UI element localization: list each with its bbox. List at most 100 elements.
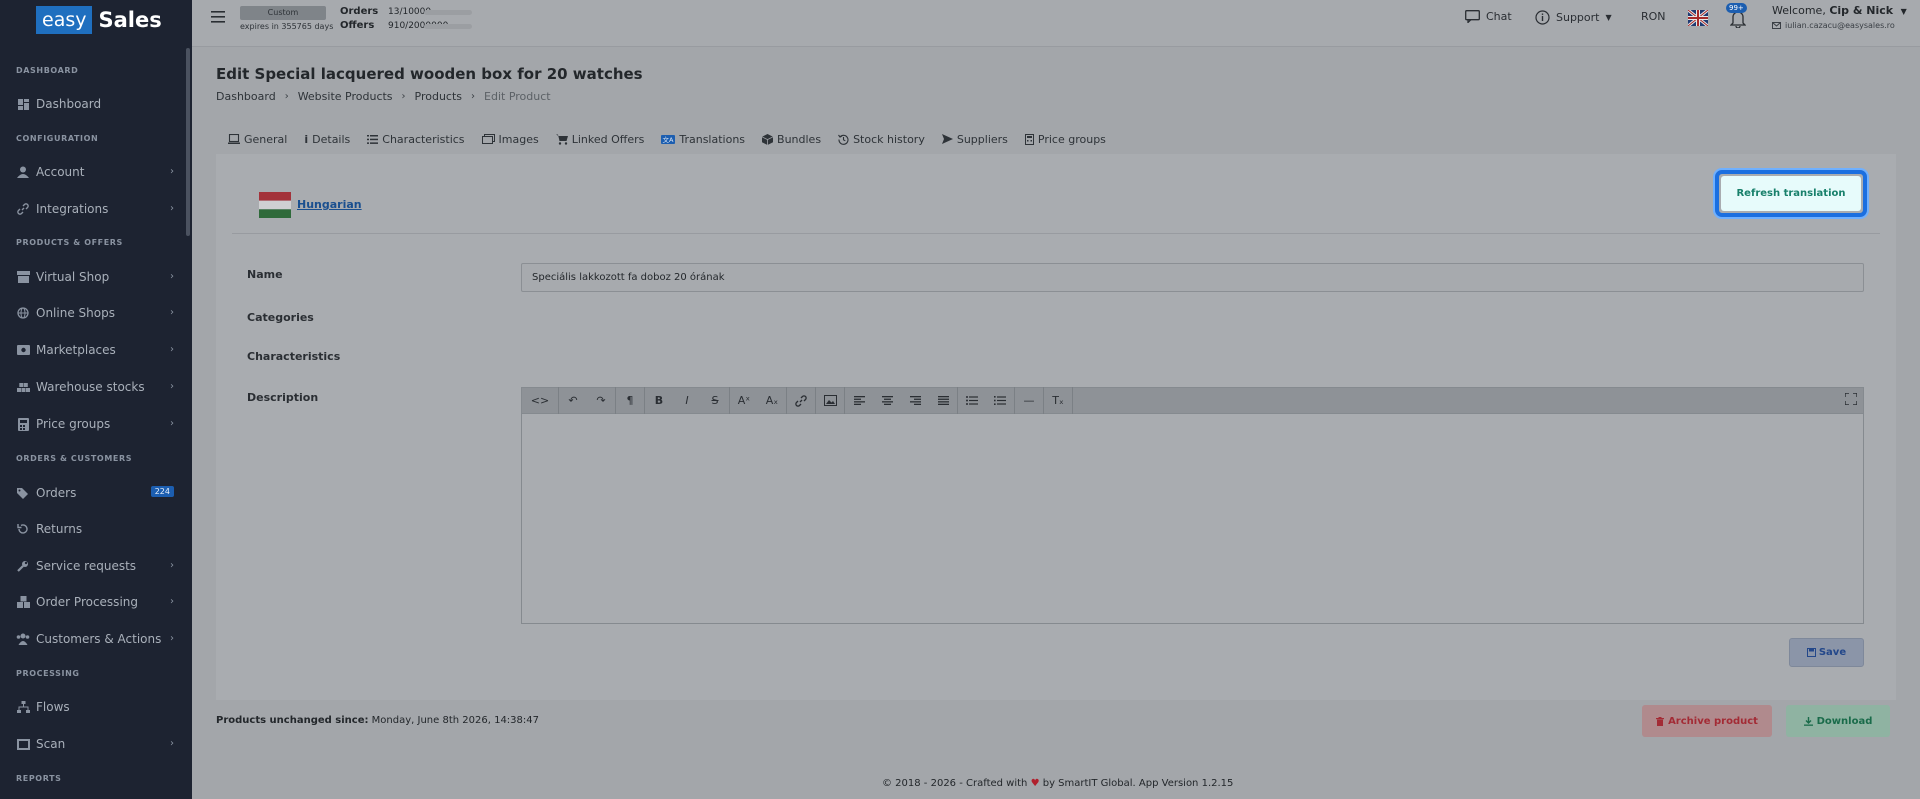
tab-images[interactable]: Images — [481, 133, 539, 146]
chevron-right-icon: › — [170, 560, 174, 571]
page-title: Edit Special lacquered wooden box for 20… — [216, 65, 643, 83]
warehouse-icon — [16, 380, 30, 394]
last-changed-info: Products unchanged since: Monday, June 8… — [216, 715, 539, 726]
clear-formatting-icon[interactable]: Tₓ — [1044, 387, 1072, 414]
tab-linked-offers[interactable]: Linked Offers — [555, 133, 644, 146]
sidebar-item-label: Order Processing — [36, 595, 138, 609]
chevron-right-icon: › — [401, 91, 406, 102]
bold-icon[interactable]: B — [645, 387, 673, 414]
superscript-icon[interactable]: Aˣ — [730, 387, 758, 414]
tab-characteristics[interactable]: Characteristics — [367, 133, 465, 146]
undo-icon[interactable]: ↶ — [559, 387, 587, 414]
italic-icon[interactable]: I — [673, 387, 701, 414]
sidebar-item-label: Virtual Shop — [36, 270, 110, 284]
history-icon — [838, 134, 849, 145]
code-view-icon[interactable]: <> — [522, 387, 558, 414]
user-menu[interactable]: Welcome, Cip & Nick ▼ — [1772, 4, 1907, 17]
section-processing: PROCESSING — [16, 669, 80, 678]
menu-toggle-icon[interactable] — [210, 10, 226, 26]
name-input[interactable]: Speciális lakkozott fa doboz 20 órának — [521, 263, 1864, 292]
tab-details[interactable]: i Details — [304, 133, 350, 146]
sidebar-item-account[interactable]: Account › — [16, 162, 174, 182]
align-justify-icon[interactable] — [929, 387, 957, 414]
sidebar-item-returns[interactable]: Returns — [16, 519, 174, 539]
categories-label: Categories — [247, 311, 314, 324]
sidebar-scrollbar[interactable] — [186, 48, 190, 236]
notifications-badge: 99+ — [1726, 3, 1747, 13]
sidebar-item-dashboard[interactable]: Dashboard — [16, 94, 174, 114]
align-left-icon[interactable] — [845, 387, 873, 414]
sidebar-item-online-shops[interactable]: Online Shops › — [16, 303, 174, 323]
wrench-icon — [16, 559, 30, 573]
save-label: Save — [1818, 647, 1847, 658]
tab-translations[interactable]: 文A Translations — [661, 133, 745, 146]
archive-label: Archive product — [1668, 715, 1758, 727]
cart-icon — [555, 134, 568, 145]
currency-selector[interactable]: RON — [1641, 10, 1666, 23]
refresh-translation-button[interactable]: Refresh translation — [1721, 176, 1861, 211]
sidebar-item-marketplaces[interactable]: Marketplaces › — [16, 340, 174, 360]
user-icon — [16, 165, 30, 179]
support-label: Support — [1556, 11, 1600, 24]
download-icon — [1803, 716, 1813, 726]
redo-icon[interactable]: ↷ — [587, 387, 615, 414]
sidebar-item-virtual-shop[interactable]: Virtual Shop › — [16, 267, 174, 287]
app-logo[interactable]: easy Sales — [36, 6, 162, 34]
download-button[interactable]: Download — [1786, 705, 1890, 737]
plan-badge[interactable]: Custom — [240, 6, 326, 20]
name-label: Name — [247, 268, 283, 281]
sidebar-item-service-requests[interactable]: Service requests › — [16, 556, 174, 576]
sidebar-item-orders[interactable]: Orders 224 — [16, 483, 174, 503]
tab-stock-history[interactable]: Stock history — [838, 133, 925, 146]
calculator-icon — [16, 417, 30, 431]
sidebar-item-flows[interactable]: Flows — [16, 697, 174, 717]
save-button[interactable]: Save — [1789, 638, 1864, 667]
subscript-icon[interactable]: Aₓ — [758, 387, 786, 414]
insert-image-icon[interactable] — [816, 387, 844, 414]
numbered-list-icon[interactable] — [986, 387, 1014, 414]
tab-price-groups[interactable]: Price groups — [1024, 133, 1106, 146]
breadcrumb-dashboard[interactable]: Dashboard — [216, 90, 276, 103]
support-dropdown[interactable]: Support ▼ — [1535, 10, 1612, 25]
sidebar-item-label: Returns — [36, 522, 83, 536]
footer-suffix: by SmartIT Global. App Version 1.2.15 — [1039, 778, 1234, 789]
breadcrumb-products[interactable]: Products — [415, 90, 463, 103]
description-editor[interactable] — [521, 414, 1864, 624]
product-tabs: General i Details Characteristics Images… — [216, 130, 1123, 148]
tab-general[interactable]: General — [216, 133, 287, 146]
sidebar-item-order-processing[interactable]: Order Processing › — [16, 592, 174, 612]
sidebar-item-integrations[interactable]: Integrations › — [16, 199, 174, 219]
tab-bundles[interactable]: Bundles — [762, 133, 821, 146]
chevron-right-icon: › — [170, 166, 174, 177]
sidebar-item-warehouse-stocks[interactable]: Warehouse stocks › — [16, 377, 174, 397]
offers-quota-label: Offers — [340, 20, 375, 31]
uk-flag-icon[interactable] — [1687, 8, 1709, 28]
user-email: iulian.cazacu@easysales.ro — [1772, 21, 1895, 30]
chevron-right-icon: › — [471, 91, 476, 102]
align-center-icon[interactable] — [873, 387, 901, 414]
money-icon — [16, 343, 30, 357]
sidebar-item-label: Marketplaces — [36, 343, 116, 357]
language-link[interactable]: Hungarian — [297, 198, 362, 211]
fullscreen-icon[interactable] — [1844, 392, 1858, 408]
paragraph-format-icon[interactable]: ¶ — [616, 387, 644, 414]
tab-suppliers[interactable]: Suppliers — [941, 133, 1008, 146]
chevron-right-icon: › — [170, 596, 174, 607]
section-orders-customers: ORDERS & CUSTOMERS — [16, 454, 133, 463]
sidebar-item-price-groups[interactable]: Price groups › — [16, 414, 174, 434]
bulleted-list-icon[interactable] — [958, 387, 986, 414]
align-right-icon[interactable] — [901, 387, 929, 414]
archive-product-button[interactable]: Archive product — [1642, 705, 1772, 737]
divider — [232, 233, 1880, 234]
insert-link-icon[interactable] — [787, 387, 815, 414]
sidebar-item-scan[interactable]: Scan › — [16, 734, 174, 754]
breadcrumb-website-products[interactable]: Website Products — [298, 90, 393, 103]
caret-down-icon: ▼ — [1900, 7, 1907, 16]
horizontal-rule-icon[interactable]: — — [1015, 387, 1043, 414]
sidebar-item-customers-actions[interactable]: Customers & Actions › — [16, 629, 174, 649]
strikethrough-icon[interactable]: S — [701, 387, 729, 414]
boxes-icon — [16, 595, 30, 609]
sitemap-icon — [16, 700, 30, 714]
chat-button[interactable]: Chat — [1465, 10, 1512, 23]
chevron-right-icon: › — [170, 307, 174, 318]
